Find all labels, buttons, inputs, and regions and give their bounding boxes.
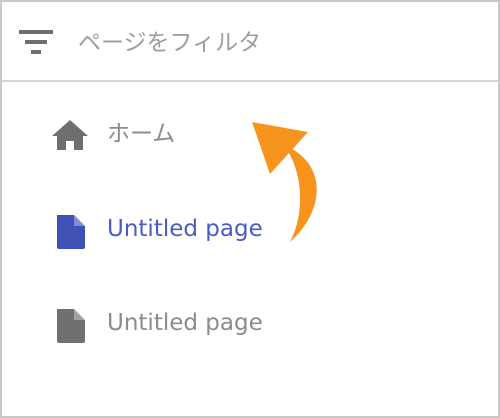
filter-pages-input[interactable]: [78, 24, 478, 62]
filter-bar: [2, 2, 498, 82]
page-icon: [50, 211, 90, 251]
nav-item-label: ホーム: [107, 121, 176, 147]
nav-item-untitled-page[interactable]: Untitled page: [2, 293, 498, 353]
nav-item-label: Untitled page: [107, 310, 263, 336]
page-icon: [50, 305, 90, 345]
curved-arrow-icon: [238, 110, 338, 250]
page-navigation-panel: ホーム Untitled page Untitled page: [0, 0, 500, 418]
home-icon: [50, 116, 90, 156]
filter-icon: [19, 30, 53, 58]
